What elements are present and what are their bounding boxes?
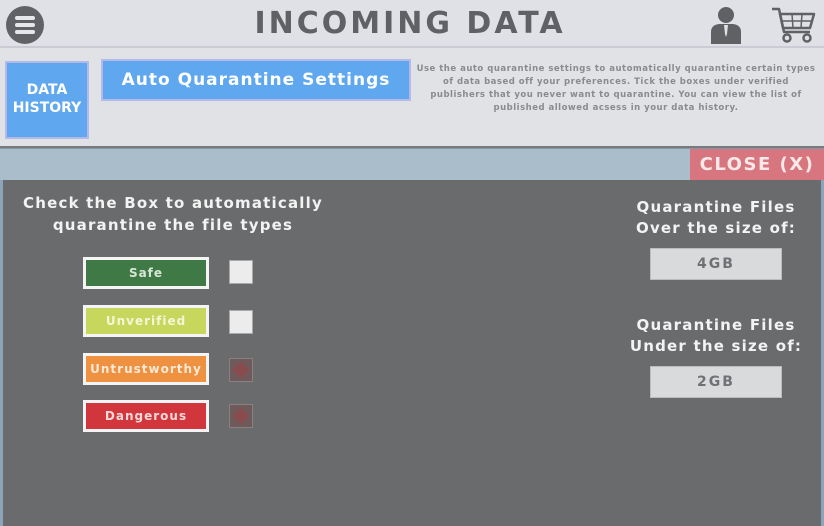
quarantine-over-label: Quarantine Files Over the size of: <box>636 198 796 237</box>
instructions-text: Check the Box to automatically quarantin… <box>23 194 323 234</box>
page-title: INCOMING DATA <box>254 6 566 41</box>
cart-icon[interactable] <box>770 4 818 46</box>
close-button[interactable]: CLOSE (X) <box>690 149 824 181</box>
checkbox-safe[interactable] <box>229 260 253 284</box>
settings-description: Use the auto quarantine settings to auto… <box>416 64 816 113</box>
checkbox-untrustworthy[interactable] <box>229 358 253 382</box>
checkbox-dangerous[interactable] <box>229 404 253 428</box>
quarantine-over-size-field[interactable]: 4GB <box>650 248 782 280</box>
data-history-button[interactable]: DATA HISTORY <box>5 61 89 139</box>
user-icon[interactable] <box>706 4 746 44</box>
auto-quarantine-settings-button[interactable]: Auto Quarantine Settings <box>101 59 411 101</box>
checkmark-icon <box>232 361 250 379</box>
file-type-label-untrustworthy: Untrustworthy <box>83 353 209 385</box>
file-type-label-safe: Safe <box>83 257 209 289</box>
quarantine-under-size-field[interactable]: 2GB <box>650 366 782 398</box>
checkbox-unverified[interactable] <box>229 310 253 334</box>
quarantine-under-label: Quarantine Files Under the size of: <box>629 316 803 355</box>
hamburger-icon[interactable] <box>6 6 44 44</box>
file-type-label-unverified: Unverified <box>83 305 209 337</box>
checkmark-icon <box>232 407 250 425</box>
file-type-label-dangerous: Dangerous <box>83 400 209 432</box>
